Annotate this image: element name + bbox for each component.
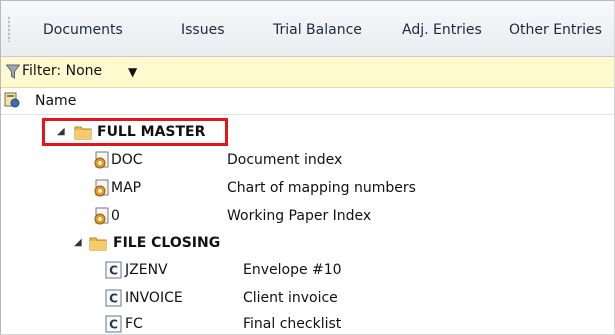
item-description: Envelope #10 — [243, 262, 342, 278]
workpaper-icon — [94, 179, 109, 197]
item-description: Final checklist — [243, 316, 342, 332]
properties-icon[interactable] — [4, 92, 20, 108]
tree-row-item[interactable]: C INVOICE Client invoice — [1, 285, 614, 313]
item-code: FC — [125, 316, 143, 332]
document-c-icon: C — [105, 261, 122, 279]
tab-trial-balance[interactable]: Trial Balance — [273, 22, 362, 38]
tree-row-item[interactable]: C JZENV Envelope #10 — [1, 257, 614, 285]
collapse-triangle-icon[interactable]: ◢ — [74, 237, 82, 248]
column-header-name[interactable]: Name — [35, 93, 76, 109]
item-description: Chart of mapping numbers — [227, 180, 416, 196]
tab-bar: Documents Issues Trial Balance Adj. Entr… — [1, 1, 614, 57]
workpaper-icon — [94, 151, 109, 169]
tab-other-entries[interactable]: Other Entries — [509, 22, 602, 38]
funnel-icon[interactable] — [6, 64, 20, 80]
item-description: Working Paper Index — [227, 208, 372, 224]
svg-text:C: C — [109, 318, 118, 332]
toolbar-grip[interactable] — [8, 16, 10, 42]
item-code: DOC — [111, 152, 143, 168]
tree-row-item[interactable]: 0 Working Paper Index — [1, 203, 614, 231]
document-c-icon: C — [105, 315, 122, 333]
workpaper-icon — [94, 207, 109, 225]
filter-label[interactable]: Filter: None — [22, 63, 102, 79]
svg-text:C: C — [109, 264, 118, 278]
filter-bar: Filter: None ▼ — [1, 57, 614, 88]
tab-issues[interactable]: Issues — [181, 22, 225, 38]
subfolder-label: FILE CLOSING — [113, 235, 221, 251]
tree-row-subfolder[interactable]: ◢ FILE CLOSING — [1, 230, 614, 258]
column-header-row: Name — [1, 88, 614, 115]
tree-row-item[interactable]: C FC Final checklist — [1, 311, 614, 334]
tree-row-item[interactable]: DOC Document index — [1, 147, 614, 175]
tab-documents[interactable]: Documents — [43, 22, 123, 38]
highlight-box — [42, 118, 228, 146]
svg-text:C: C — [109, 292, 118, 306]
dropdown-arrow-icon[interactable]: ▼ — [128, 65, 137, 79]
item-description: Client invoice — [243, 290, 338, 306]
folder-icon — [89, 237, 107, 251]
item-code: INVOICE — [125, 290, 183, 306]
item-code: MAP — [111, 180, 142, 196]
document-c-icon: C — [105, 289, 122, 307]
tab-adj-entries[interactable]: Adj. Entries — [402, 22, 482, 38]
item-code: 0 — [111, 208, 120, 224]
document-manager-panel: Documents Issues Trial Balance Adj. Entr… — [0, 0, 615, 335]
item-code: JZENV — [125, 262, 168, 278]
item-description: Document index — [227, 152, 343, 168]
tree-row-item[interactable]: MAP Chart of mapping numbers — [1, 175, 614, 203]
